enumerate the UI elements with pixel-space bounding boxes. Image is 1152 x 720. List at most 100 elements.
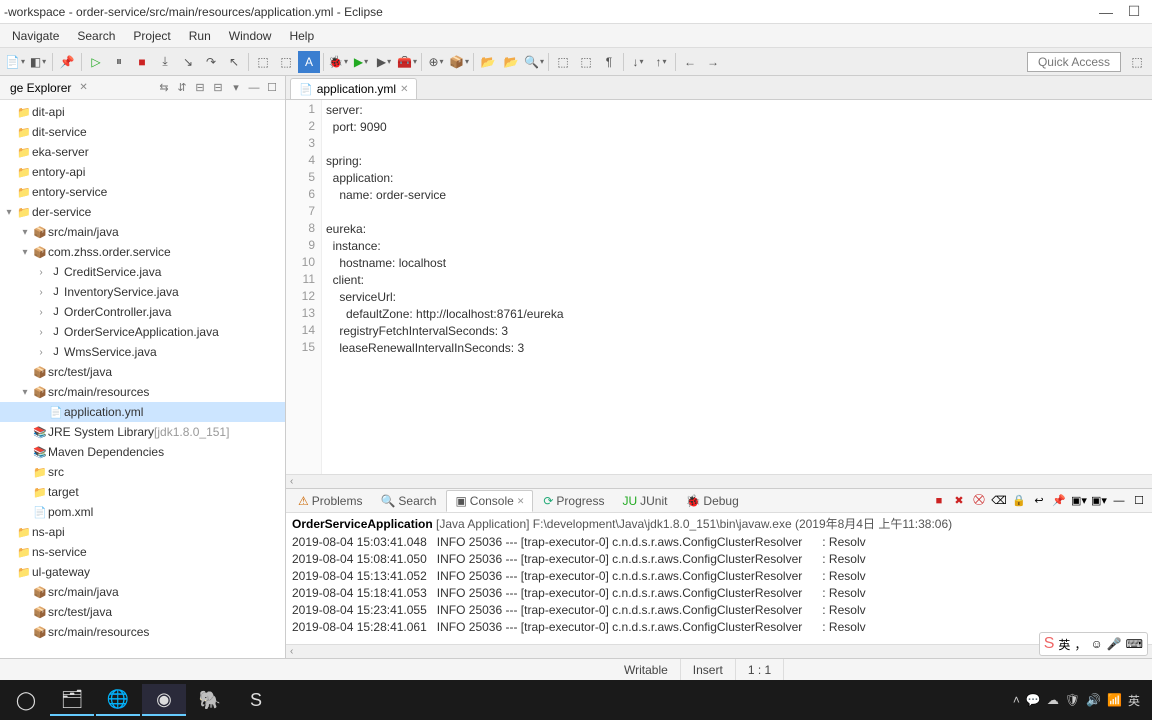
editor-hscroll[interactable]: ‹ [286,474,1152,488]
link-editor-icon[interactable]: ⇵ [173,79,191,97]
console-output[interactable]: 2019-08-04 15:03:41.048 INFO 25036 --- [… [286,534,1152,644]
start-button[interactable]: ◯ [4,684,48,716]
tree-node[interactable]: 📄 pom.xml [0,502,285,522]
tray-msg-icon[interactable]: 💬 [1026,693,1041,707]
minimize-view-icon[interactable]: — [245,79,263,97]
ime-emoji-icon[interactable]: ☺ [1090,637,1102,651]
view-menu-icon[interactable]: ▾ [227,79,245,97]
tree-node[interactable]: ›J WmsService.java [0,342,285,362]
clear-console-icon[interactable]: ⌫ [990,492,1008,510]
tree-node[interactable]: 📦 src/main/resources [0,622,285,642]
console-close-icon[interactable]: ✕ [517,496,525,507]
package-tree[interactable]: 📁 dit-api📁 dit-service📁 eka-server📁 ento… [0,100,285,658]
tree-node[interactable]: 📁 entory-service [0,182,285,202]
menu-navigate[interactable]: Navigate [4,27,67,45]
tray-up-icon[interactable]: ˄ [1013,693,1020,707]
tab-console[interactable]: ▣Console✕ [446,490,533,512]
pin-console-icon[interactable]: 📌 [1050,492,1068,510]
max-view-icon[interactable]: ☐ [1130,492,1148,510]
focus-icon-2[interactable]: ⊟ [209,79,227,97]
show-whitespace-button[interactable]: ¶ [598,51,620,73]
tree-node[interactable]: 📁 src [0,462,285,482]
menu-search[interactable]: Search [69,27,123,45]
menu-run[interactable]: Run [181,27,219,45]
console-hscroll[interactable]: ‹ [286,644,1152,658]
word-wrap-icon[interactable]: ↩ [1030,492,1048,510]
open-console-icon[interactable]: ▣▾ [1090,492,1108,510]
tree-node[interactable]: ›J OrderServiceApplication.java [0,322,285,342]
tab-debug[interactable]: 🐞Debug [677,491,746,511]
system-tray[interactable]: ˄ 💬 ☁ 🛡 🔊 📶 英 [1013,692,1148,709]
tree-node[interactable]: 📄 application.yml [0,402,285,422]
tree-node[interactable]: 📦 src/main/java [0,582,285,602]
tree-node[interactable]: ›J OrderController.java [0,302,285,322]
tree-node[interactable]: ›J CreditService.java [0,262,285,282]
ime-punct-icon[interactable]: ， [1074,636,1086,653]
menu-help[interactable]: Help [281,27,322,45]
terminate-button[interactable]: ■ [131,51,153,73]
tree-node[interactable]: 📁 dit-api [0,102,285,122]
ime-toolbar[interactable]: S 英 ， ☺ 🎤 ⌨ [1039,632,1148,656]
new-package-button[interactable]: 📦 [448,51,470,73]
editor-body[interactable]: 123456789101112131415 server: port: 9090… [286,100,1152,474]
skype-icon[interactable]: S [234,684,278,716]
step-return-button[interactable]: ↖ [223,51,245,73]
close-tab-icon[interactable]: ✕ [400,84,408,95]
open-type-button[interactable]: 📂 [477,51,499,73]
perspective-button[interactable]: ◧ [27,51,49,73]
suspend-button[interactable]: ⏸ [108,51,130,73]
tree-node[interactable]: 📁 ns-api [0,522,285,542]
menu-window[interactable]: Window [221,27,280,45]
toggle-mark-button[interactable]: ⬚ [552,51,574,73]
tree-node[interactable]: 📁 eka-server [0,142,285,162]
tree-node[interactable]: ▾📦 src/main/java [0,222,285,242]
tab-search[interactable]: 🔍Search [372,491,444,511]
ime-kbd-icon[interactable]: ⌨ [1126,637,1143,651]
postgres-icon[interactable]: 🐘 [188,684,232,716]
annotation-button[interactable]: A [298,51,320,73]
tray-net-icon[interactable]: ☁ [1047,693,1059,707]
tree-node[interactable]: ▾📁 der-service [0,202,285,222]
tree-node[interactable]: 📁 dit-service [0,122,285,142]
tree-node[interactable]: ▾📦 src/main/resources [0,382,285,402]
tray-shield-icon[interactable]: 🛡 [1065,693,1080,707]
explorer-tab[interactable]: ge Explorer [4,79,77,97]
debug-button[interactable]: 🐞 [327,51,349,73]
drop-frame-button[interactable]: ⬚ [252,51,274,73]
step-into-button[interactable]: ↘ [177,51,199,73]
tree-node[interactable]: 📁 entory-api [0,162,285,182]
next-annotation-button[interactable]: ↓ [627,51,649,73]
run-button[interactable]: ▶ [350,51,372,73]
open-perspective-button[interactable]: ⬚ [1126,51,1148,73]
tab-problems[interactable]: ⚠Problems [290,491,370,511]
tab-junit[interactable]: JUJUnit [614,491,675,511]
tree-node[interactable]: ▾📦 com.zhss.order.service [0,242,285,262]
focus-icon-1[interactable]: ⊟ [191,79,209,97]
remove-launch-icon[interactable]: ✖ [950,492,968,510]
tray-wifi-icon[interactable]: 📶 [1107,693,1122,707]
use-step-filters-button[interactable]: ⬚ [275,51,297,73]
disconnect-button[interactable]: ⤓ [154,51,176,73]
resume-button[interactable]: ▷ [85,51,107,73]
eclipse-icon[interactable]: ◉ [142,684,186,716]
min-view-icon[interactable]: — [1110,492,1128,510]
external-tools-button[interactable]: 🧰 [396,51,418,73]
open-task-button[interactable]: 📂 [500,51,522,73]
tray-lang[interactable]: 英 [1128,692,1140,709]
minimize-button[interactable]: — [1092,4,1120,20]
step-over-button[interactable]: ↷ [200,51,222,73]
tree-node[interactable]: 📚 Maven Dependencies [0,442,285,462]
tree-node[interactable]: 📦 src/test/java [0,362,285,382]
terminate-icon[interactable]: ■ [930,492,948,510]
forward-button[interactable]: → [702,51,724,73]
scroll-lock-icon[interactable]: 🔒 [1010,492,1028,510]
tab-application-yml[interactable]: 📄 application.yml ✕ [290,78,417,99]
prev-annotation-button[interactable]: ↑ [650,51,672,73]
tree-node[interactable]: 📦 src/test/java [0,602,285,622]
collapse-all-icon[interactable]: ⇆ [155,79,173,97]
remove-all-icon[interactable]: ⛒ [970,492,988,510]
back-button[interactable]: ← [679,51,701,73]
toggle-block-button[interactable]: ⬚ [575,51,597,73]
new-java-button[interactable]: ⊕ [425,51,447,73]
tree-node[interactable]: ›J InventoryService.java [0,282,285,302]
